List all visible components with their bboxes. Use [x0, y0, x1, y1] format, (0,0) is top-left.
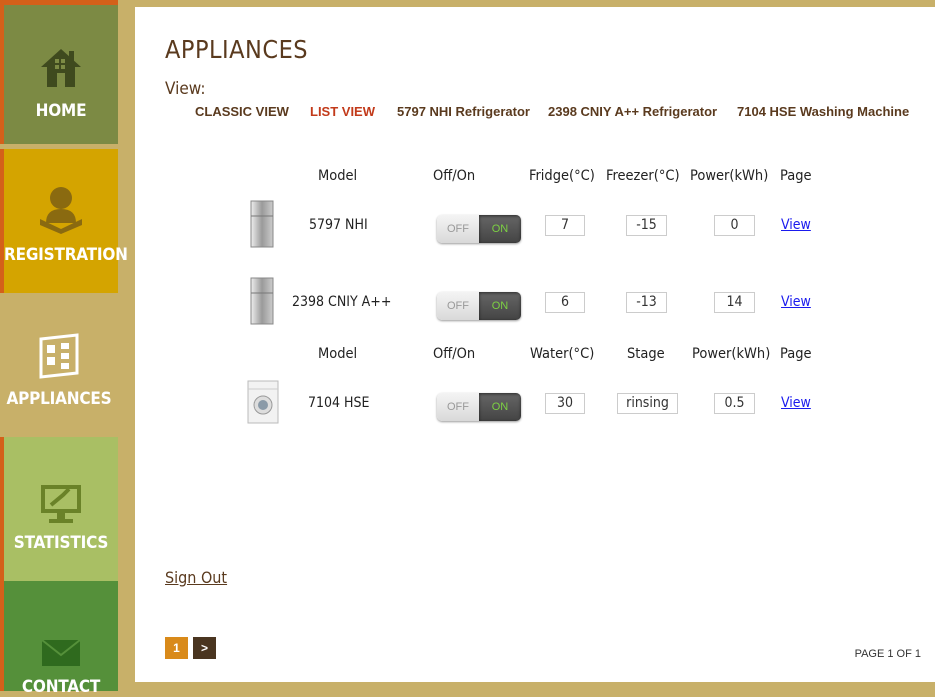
next-page-button[interactable]: >	[193, 637, 216, 659]
sign-out-link[interactable]: Sign Out	[165, 568, 227, 587]
view-classic-link[interactable]: CLASSIC VIEW	[195, 104, 289, 119]
header-fridge: Fridge(°C)	[529, 168, 595, 184]
sidebar-label-registration: REGISTRATION	[4, 245, 128, 265]
toggle-off: OFF	[437, 393, 479, 421]
user-reading-icon	[36, 185, 86, 239]
power-toggle[interactable]: OFF ON	[437, 292, 521, 320]
view-5797-nhi-link[interactable]: 5797 NHI Refrigerator	[397, 104, 530, 119]
page-title: APPLIANCES	[165, 35, 309, 64]
header-off-on: Off/On	[433, 346, 476, 362]
power-field[interactable]: 0	[714, 215, 755, 236]
sidebar-item-home[interactable]: HOME	[0, 0, 118, 144]
toggle-on: ON	[479, 393, 521, 421]
toggle-off: OFF	[437, 292, 479, 320]
header-page: Page	[780, 346, 812, 362]
fridge-image	[250, 277, 274, 329]
model-cell: 7104 HSE	[308, 395, 370, 411]
sidebar: HOME REGISTRATION APPLIANCES STATISTICS …	[0, 0, 128, 697]
sidebar-item-appliances[interactable]: APPLIANCES	[0, 293, 118, 437]
header-off-on: Off/On	[433, 168, 476, 184]
sidebar-label-statistics: STATISTICS	[13, 533, 109, 553]
header-freezer: Freezer(°C)	[606, 168, 680, 184]
view-link[interactable]: View	[781, 294, 811, 310]
power-toggle[interactable]: OFF ON	[437, 393, 521, 421]
header-page: Page	[780, 168, 812, 184]
sidebar-item-statistics[interactable]: STATISTICS	[0, 437, 118, 581]
page-info: PAGE 1 OF 1	[854, 648, 921, 660]
fridge-image	[250, 200, 274, 252]
view-2398-cniy-link[interactable]: 2398 CNIY A++ Refrigerator	[548, 104, 717, 119]
view-7104-hse-link[interactable]: 7104 HSE Washing Machine	[737, 104, 909, 119]
sidebar-gap	[118, 7, 135, 682]
sidebar-label-appliances: APPLIANCES	[6, 389, 112, 409]
power-field[interactable]: 0.5	[714, 393, 755, 414]
house-icon	[39, 45, 83, 93]
power-toggle[interactable]: OFF ON	[437, 215, 521, 243]
header-model: Model	[318, 168, 358, 184]
header-stage: Stage	[627, 346, 665, 362]
header-power: Power(kWh)	[690, 168, 769, 184]
view-list-link[interactable]: LIST VIEW	[310, 104, 375, 119]
toggle-off: OFF	[437, 215, 479, 243]
appliance-panel-icon	[37, 333, 81, 383]
freezer-temp-field[interactable]: -13	[626, 292, 667, 313]
view-link[interactable]: View	[781, 395, 811, 411]
sidebar-item-registration[interactable]: REGISTRATION	[0, 149, 128, 293]
envelope-icon	[41, 639, 81, 671]
model-cell: 2398 CNIY A++	[292, 294, 392, 310]
header-water: Water(°C)	[530, 346, 595, 362]
view-link[interactable]: View	[781, 217, 811, 233]
toggle-on: ON	[479, 292, 521, 320]
top-border	[118, 0, 935, 7]
model-cell: 5797 NHI	[309, 217, 368, 233]
header-power: Power(kWh)	[692, 346, 771, 362]
fridge-temp-field[interactable]: 6	[545, 292, 585, 313]
sidebar-label-home: HOME	[35, 101, 87, 121]
freezer-temp-field[interactable]: -15	[626, 215, 667, 236]
header-model: Model	[318, 346, 358, 362]
stage-field[interactable]: rinsing	[617, 393, 678, 414]
main-content: APPLIANCES View: CLASSIC VIEW LIST VIEW …	[135, 7, 935, 682]
monitor-chart-icon	[39, 483, 83, 529]
sidebar-label-contact: CONTACT	[21, 677, 101, 697]
power-field[interactable]: 14	[714, 292, 755, 313]
sidebar-item-contact[interactable]: CONTACT	[0, 581, 118, 697]
fridge-temp-field[interactable]: 7	[545, 215, 585, 236]
view-label: View:	[165, 79, 206, 99]
page-1-button[interactable]: 1	[165, 637, 188, 659]
toggle-on: ON	[479, 215, 521, 243]
water-temp-field[interactable]: 30	[545, 393, 585, 414]
washing-machine-image	[247, 380, 279, 428]
